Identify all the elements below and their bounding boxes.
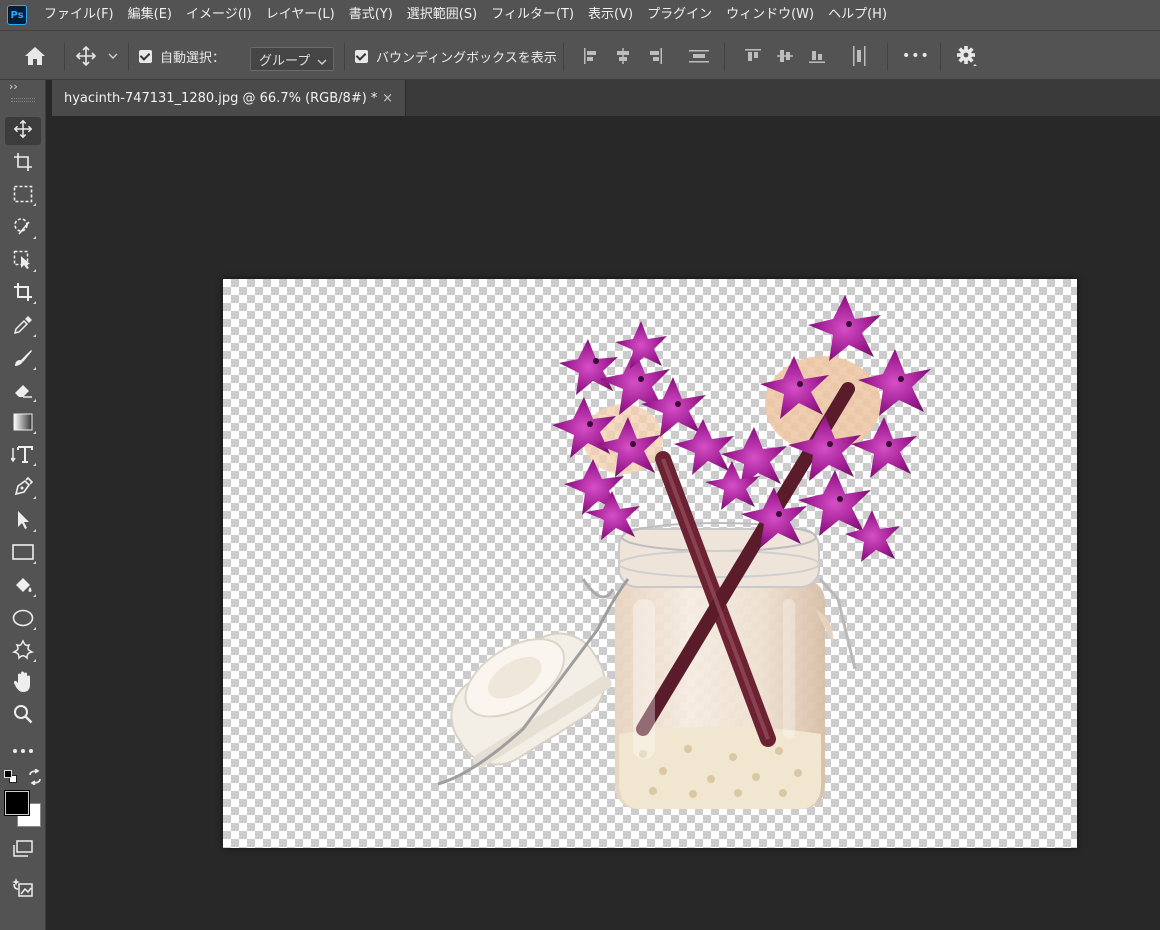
document-tab[interactable]: hyacinth-747131_1280.jpg @ 66.7% (RGB/8#… — [52, 80, 406, 116]
align-vertical-center-icon[interactable] — [776, 31, 794, 81]
rectangle-tool[interactable] — [5, 540, 41, 568]
menu-view[interactable]: 表示(V) — [581, 0, 640, 30]
generative-fill-button[interactable] — [5, 875, 41, 903]
quick-select-icon — [13, 217, 33, 241]
marquee-tool[interactable] — [5, 182, 41, 210]
align-horizontal-center-icon[interactable] — [614, 31, 632, 81]
brush-tool[interactable] — [5, 346, 41, 374]
photoshop-logo-icon[interactable]: Ps — [7, 5, 27, 25]
auto-select-label: 自動選択： — [160, 50, 226, 66]
foreground-color-swatch[interactable] — [5, 791, 29, 815]
ellipse-icon — [12, 609, 34, 631]
align-right-icon[interactable] — [646, 31, 664, 81]
align-bottom-icon[interactable] — [808, 31, 826, 81]
menu-edit[interactable]: 編集(E) — [121, 0, 179, 30]
menu-window[interactable]: ウィンドウ(W) — [719, 0, 821, 30]
path-select-icon — [13, 510, 33, 534]
artboard-icon — [13, 152, 33, 176]
hyacinth-jar-image — [437, 295, 931, 809]
document-canvas[interactable] — [223, 279, 1077, 848]
gradient-icon — [13, 413, 33, 435]
home-icon[interactable] — [24, 31, 46, 81]
tools-panel: ›› — [0, 80, 46, 930]
crop-icon — [13, 282, 33, 306]
menu-layer[interactable]: レイヤー(L) — [259, 0, 342, 30]
menu-filter[interactable]: フィルター(T) — [484, 0, 581, 30]
menu-type[interactable]: 書式(Y) — [342, 0, 400, 30]
zoom-tool[interactable] — [5, 702, 41, 730]
menu-bar: Ps ファイル(F) 編集(E) イメージ(I) レイヤー(L) 書式(Y) 選… — [0, 0, 1160, 30]
menu-file[interactable]: ファイル(F) — [37, 0, 121, 30]
document-tab-title: hyacinth-747131_1280.jpg @ 66.7% (RGB/8#… — [64, 90, 378, 106]
artboard-tool[interactable] — [5, 150, 41, 178]
object-select-icon — [13, 250, 33, 274]
move-tool-preset-icon[interactable] — [75, 31, 97, 81]
rectangle-icon — [12, 544, 34, 564]
type-tool[interactable] — [5, 442, 41, 470]
type-icon — [10, 444, 35, 468]
menu-help[interactable]: ヘルプ(H) — [821, 0, 894, 30]
pen-icon — [13, 476, 34, 501]
auto-select-target-value: グループ — [259, 53, 311, 69]
close-icon[interactable]: × — [382, 91, 393, 106]
panel-collapse-icon[interactable]: ›› — [9, 80, 18, 93]
auto-select-target-dropdown[interactable]: グループ — [250, 47, 334, 71]
more-tools-icon — [12, 743, 34, 758]
options-bar: 自動選択： グループ バウンディングボックスを表示 ••• — [0, 30, 1160, 80]
eyedropper-tool[interactable] — [5, 313, 41, 341]
hand-icon — [13, 671, 33, 697]
preset-chevron-down-icon[interactable] — [108, 31, 118, 81]
marquee-icon — [13, 185, 33, 207]
align-top-icon[interactable] — [744, 31, 762, 81]
custom-shape-icon — [11, 639, 35, 665]
pen-tool[interactable] — [5, 475, 41, 503]
object-select-tool[interactable] — [5, 248, 41, 276]
brush-icon — [13, 348, 33, 372]
swap-colors-icon[interactable] — [27, 768, 43, 789]
quick-select-tool[interactable] — [5, 215, 41, 243]
align-left-icon[interactable] — [582, 31, 600, 81]
show-bounding-box-option[interactable]: バウンディングボックスを表示 — [355, 31, 557, 81]
menu-image[interactable]: イメージ(I) — [179, 0, 259, 30]
paint-bucket-tool[interactable] — [5, 573, 41, 601]
dropdown-chevron-down-icon — [317, 55, 327, 70]
move-icon — [13, 119, 33, 143]
screen-mode-icon — [12, 840, 34, 862]
more-tools-button[interactable] — [5, 736, 41, 764]
eyedropper-icon — [13, 315, 33, 339]
distribute-horizontal-icon[interactable] — [850, 31, 868, 81]
distribute-vertical-icon[interactable] — [688, 31, 710, 81]
eraser-icon — [13, 380, 33, 404]
move-tool[interactable] — [5, 117, 41, 145]
bounding-box-label: バウンディングボックスを表示 — [376, 50, 557, 66]
more-options-icon[interactable]: ••• — [902, 31, 930, 81]
gradient-tool[interactable] — [5, 410, 41, 438]
bounding-box-checkbox[interactable] — [355, 49, 368, 63]
zoom-icon — [13, 704, 33, 728]
path-selection-tool[interactable] — [5, 508, 41, 536]
menu-plugins[interactable]: プラグイン — [640, 0, 719, 30]
paint-bucket-icon — [13, 575, 33, 599]
document-tab-strip: hyacinth-747131_1280.jpg @ 66.7% (RGB/8#… — [52, 80, 1160, 116]
hand-tool[interactable] — [5, 670, 41, 698]
quick-mask-button[interactable] — [5, 837, 41, 865]
custom-shape-tool[interactable] — [5, 638, 41, 666]
menu-select[interactable]: 選択範囲(S) — [400, 0, 484, 30]
default-colors-icon[interactable] — [4, 770, 18, 784]
ellipse-tool[interactable] — [5, 606, 41, 634]
panel-grip[interactable] — [11, 98, 35, 102]
gear-icon[interactable] — [956, 31, 978, 81]
auto-select-option[interactable]: 自動選択： — [139, 31, 225, 81]
eraser-tool[interactable] — [5, 378, 41, 406]
generative-image-icon — [12, 876, 34, 902]
crop-tool[interactable] — [5, 280, 41, 308]
photoshop-window: Ps ファイル(F) 編集(E) イメージ(I) レイヤー(L) 書式(Y) 選… — [0, 0, 1160, 930]
auto-select-checkbox[interactable] — [139, 49, 152, 63]
